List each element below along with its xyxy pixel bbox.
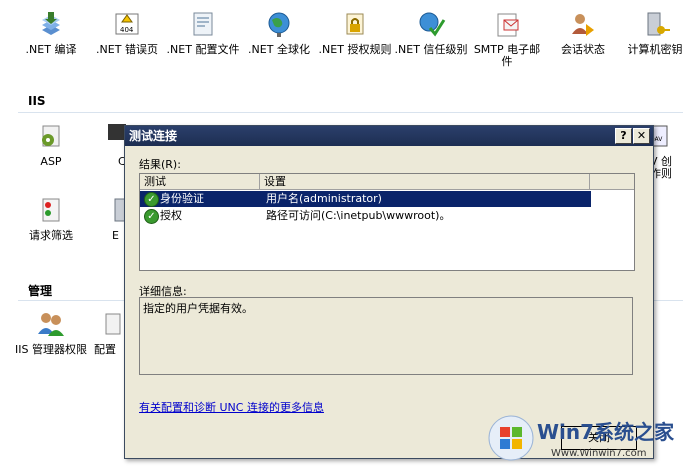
trust-level-icon <box>414 10 448 40</box>
feature-config-editor[interactable]: 配置 <box>94 310 124 356</box>
success-check-icon: ✓ <box>144 209 159 224</box>
feature-net-error-pages[interactable]: 404 .NET 错误页 <box>90 10 164 56</box>
feature-net-trust-levels[interactable]: .NET 信任级别 <box>394 10 468 56</box>
details-textbox[interactable]: 指定的用户凭据有效。 <box>139 297 633 375</box>
feature-asp[interactable]: ASP <box>14 122 88 168</box>
email-icon <box>490 10 524 40</box>
watermark: Win7系统之家 Www.Winwin7.com <box>485 410 683 466</box>
list-header: 测试 设置 <box>140 174 634 190</box>
feature-net-compile[interactable]: .NET 编译 <box>14 10 88 56</box>
test-connection-dialog: 测试连接 ? ✕ 结果(R): 测试 设置 ✓ 身份验证 用户名(adminis… <box>124 125 654 459</box>
results-label: 结果(R): <box>139 158 181 171</box>
asp-icon <box>34 122 68 152</box>
help-button[interactable]: ? <box>615 128 632 144</box>
users-icon <box>34 310 68 340</box>
results-list[interactable]: 测试 设置 ✓ 身份验证 用户名(administrator) ✓ 授权 路径可… <box>139 173 635 271</box>
feature-smtp-email[interactable]: SMTP 电子邮件 <box>470 10 544 68</box>
machine-key-icon <box>638 10 672 40</box>
section-title-iis: IIS <box>28 94 46 108</box>
column-header-test[interactable]: 测试 <box>140 174 260 189</box>
feature-session-state[interactable]: 会话状态 <box>546 10 620 56</box>
feature-net-globalization[interactable]: .NET 全球化 <box>242 10 316 56</box>
dialog-titlebar[interactable]: 测试连接 <box>125 126 653 146</box>
svg-text:404: 404 <box>120 26 134 34</box>
feature-cgi[interactable]: C <box>84 122 126 168</box>
feature-net-profile[interactable]: .NET 配置文件 <box>166 10 240 56</box>
globe-icon <box>262 10 296 40</box>
section-divider <box>18 112 683 113</box>
error-404-icon: 404 <box>110 10 144 40</box>
title-close-button[interactable]: ✕ <box>633 128 650 144</box>
auth-rules-icon <box>338 10 372 40</box>
compile-icon <box>34 10 68 40</box>
request-filter-icon <box>34 196 68 226</box>
feature-request-filtering[interactable]: 请求筛选 <box>14 196 88 242</box>
feature-machine-key[interactable]: 计算机密钥 <box>618 10 683 56</box>
column-header-setting[interactable]: 设置 <box>260 174 590 189</box>
table-row[interactable]: ✓ 授权 路径可访问(C:\inetpub\wwwroot)。 <box>140 208 591 224</box>
feature-iis-manager-permissions[interactable]: IIS 管理器权限 <box>14 310 88 356</box>
table-row[interactable]: ✓ 身份验证 用户名(administrator) <box>140 191 591 207</box>
session-state-icon <box>566 10 600 40</box>
watermark-title: Win7系统之家 <box>537 420 675 444</box>
config-editor-icon <box>102 310 122 340</box>
cgi-icon <box>106 122 126 152</box>
section-title-manage: 管理 <box>28 284 53 298</box>
feature-net-authorization[interactable]: .NET 授权规则 <box>318 10 392 56</box>
unc-help-link[interactable]: 有关配置和诊断 UNC 连接的更多信息 <box>139 399 324 415</box>
config-file-icon <box>186 10 220 40</box>
watermark-url: Www.Winwin7.com <box>551 448 647 459</box>
dialog-title: 测试连接 <box>129 129 178 143</box>
success-check-icon: ✓ <box>144 192 159 207</box>
